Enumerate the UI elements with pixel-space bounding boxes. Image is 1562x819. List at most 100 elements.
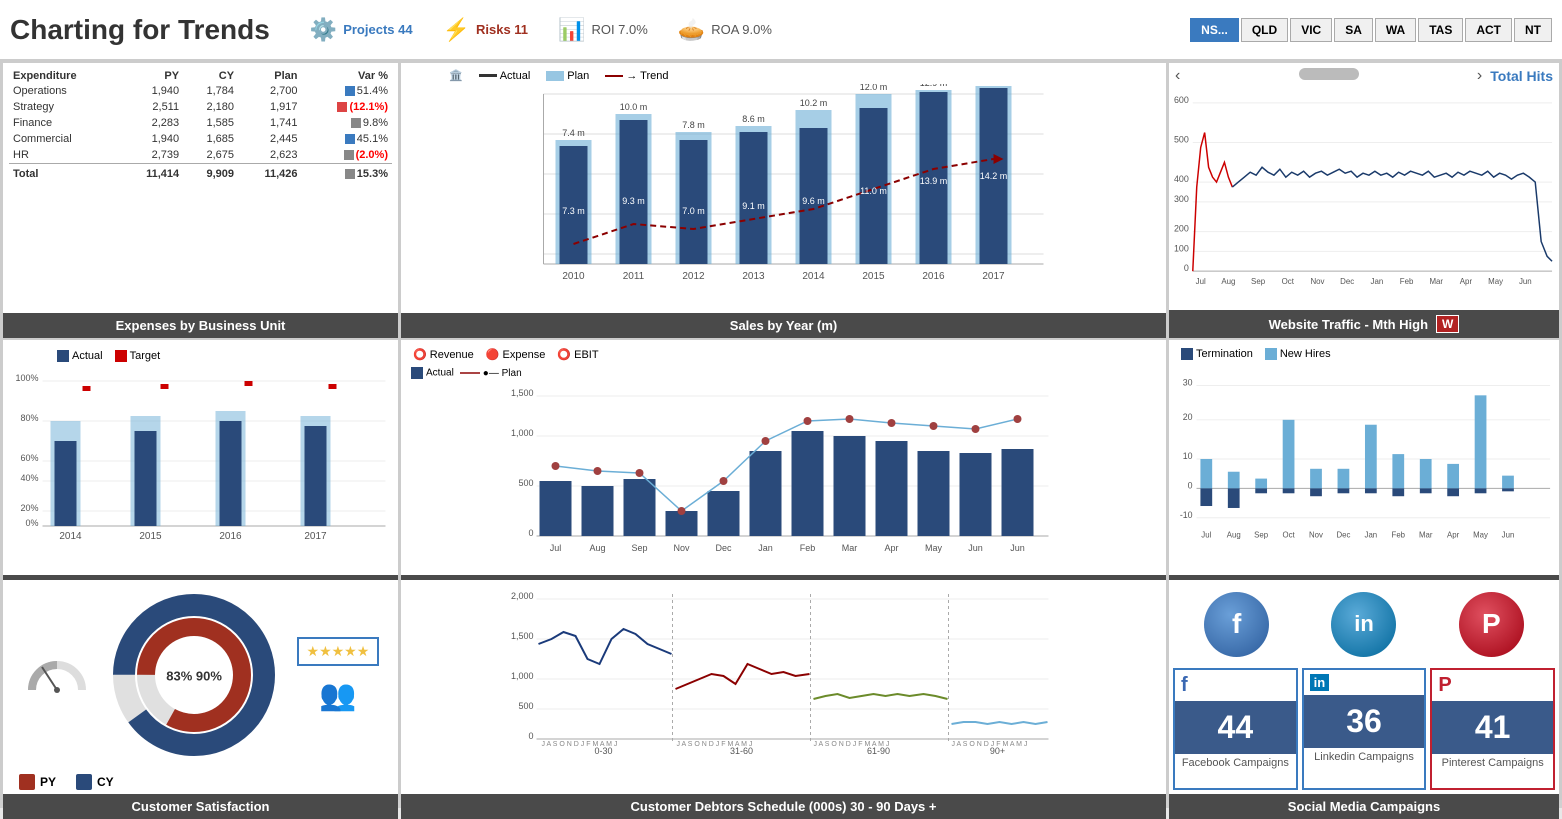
state-sa[interactable]: SA <box>1334 18 1373 42</box>
expenses-legend: ⭕ Revenue 🔴 Expense ⭕ EBIT <box>405 344 1162 365</box>
svg-text:2010: 2010 <box>562 271 585 282</box>
py-color <box>19 774 35 790</box>
state-nt[interactable]: NT <box>1514 18 1552 42</box>
svg-text:2016: 2016 <box>922 271 945 282</box>
legend-cy: CY <box>76 774 114 790</box>
svg-text:Jul: Jul <box>1201 530 1211 539</box>
svg-text:1,500: 1,500 <box>511 631 534 641</box>
li-mascot: in <box>1331 592 1396 657</box>
svg-text:2013: 2013 <box>742 271 765 282</box>
sales-title: Sales by Year (m) <box>401 313 1166 338</box>
csat-legend: PY CY <box>3 770 398 794</box>
svg-text:Apr: Apr <box>1460 277 1473 286</box>
traffic-title-bar: Website Traffic - Mth High W <box>1169 310 1559 338</box>
svg-text:100%: 100% <box>15 373 38 383</box>
svg-text:10.2 m: 10.2 m <box>800 98 828 108</box>
social-panel: f in P <box>1169 580 1559 819</box>
svg-text:Nov: Nov <box>1309 530 1323 539</box>
svg-text:100: 100 <box>1174 243 1189 253</box>
fb-number: 44 <box>1175 701 1296 754</box>
state-tas[interactable]: TAS <box>1418 18 1463 42</box>
svg-text:Jan: Jan <box>1370 277 1383 286</box>
table-row: Operations 1,940 1,784 2,700 51.4% <box>9 83 392 99</box>
svg-text:J A S O N D J F M A M J: J A S O N D J F M A M J <box>677 741 753 748</box>
svg-text:9.1 m: 9.1 m <box>742 201 765 211</box>
expenditure-panel: Expenditure PY CY Plan Var % Operations … <box>3 63 398 338</box>
svg-text:2015: 2015 <box>862 271 885 282</box>
hires-content: Termination New Hires 30 20 10 0 -10 <box>1169 340 1559 575</box>
li-label: Linkedin Campaigns <box>1304 748 1425 766</box>
svg-text:20%: 20% <box>20 503 38 513</box>
col-expenditure: Expenditure <box>9 69 120 83</box>
traffic-scrollbar[interactable] <box>1299 68 1359 80</box>
roa-metric[interactable]: 🥧 ROA 9.0% <box>678 17 772 43</box>
projects-icon: ⚙️ <box>310 17 337 43</box>
expenditure-table: Expenditure PY CY Plan Var % Operations … <box>9 69 392 182</box>
csat-py-val: 83% <box>166 668 192 683</box>
roi-metric[interactable]: 📊 ROI 7.0% <box>558 17 648 43</box>
roi-icon: 📊 <box>558 17 585 43</box>
svg-text:500: 500 <box>518 701 533 711</box>
state-act[interactable]: ACT <box>1465 18 1512 42</box>
csat-right: ★★★★★ 👥 <box>297 637 380 713</box>
row2: Expenditure PY CY Plan Var % Operations … <box>0 60 1562 340</box>
svg-text:Dec: Dec <box>715 543 732 553</box>
traffic-title: Total Hits <box>1490 68 1553 84</box>
total-row: Total 11,414 9,909 11,426 15.3% <box>9 164 392 183</box>
svg-text:2014: 2014 <box>802 271 825 282</box>
risks-metric[interactable]: ⚡ Risks 11 <box>443 17 528 43</box>
state-qld[interactable]: QLD <box>1241 18 1288 42</box>
svg-text:1,000: 1,000 <box>511 428 534 438</box>
gauge-container <box>22 645 92 705</box>
social-mascots: f in P <box>1173 584 1555 664</box>
fb-mascot: f <box>1204 592 1269 657</box>
svg-text:2012: 2012 <box>682 271 705 282</box>
svg-text:11.0 m: 11.0 m <box>860 186 887 196</box>
svg-text:20: 20 <box>1183 412 1193 422</box>
svg-text:0: 0 <box>528 731 533 741</box>
table-row: HR 2,739 2,675 2,623 (2.0%) <box>9 147 392 164</box>
traffic-next-btn[interactable]: › <box>1477 67 1482 85</box>
svg-text:2015: 2015 <box>139 531 162 542</box>
legend-py: PY <box>19 774 56 790</box>
donut-values: 83% 90% <box>166 668 222 683</box>
svg-text:1,000: 1,000 <box>511 671 534 681</box>
state-vic[interactable]: VIC <box>1290 18 1332 42</box>
svg-text:J A S O N D J F M A M J: J A S O N D J F M A M J <box>542 741 618 748</box>
li-card: in 36 Linkedin Campaigns <box>1302 668 1427 790</box>
sales-legend: 🏛️ Actual Plan → Trend <box>409 67 1158 84</box>
state-tabs: NS... QLD VIC SA WA TAS ACT NT <box>1190 18 1552 42</box>
svg-text:300: 300 <box>1174 194 1189 204</box>
pi-mascot: P <box>1459 592 1524 657</box>
svg-text:Jun: Jun <box>1502 530 1515 539</box>
li-mascot-icon: in <box>1331 592 1396 657</box>
header-metrics: ⚙️ Projects 44 ⚡ Risks 11 📊 ROI 7.0% 🥧 R… <box>310 17 1190 43</box>
expenditure-title: Expenses by Business Unit <box>3 313 398 338</box>
svg-text:Jun: Jun <box>968 543 983 553</box>
fb-card: f 44 Facebook Campaigns <box>1173 668 1298 790</box>
svg-text:13.9 m: 13.9 m <box>920 176 948 186</box>
debtors-panel: 2,000 1,500 1,000 500 0 <box>401 580 1166 819</box>
state-wa[interactable]: WA <box>1375 18 1416 42</box>
svg-text:40%: 40% <box>20 473 38 483</box>
perf-legend: Actual Target <box>9 346 392 366</box>
csat-title: Customer Satisfaction <box>3 794 398 819</box>
svg-text:May: May <box>925 543 943 553</box>
svg-text:Sep: Sep <box>1254 530 1269 539</box>
svg-text:Aug: Aug <box>1227 530 1241 539</box>
header: Charting for Trends ⚙️ Projects 44 ⚡ Ris… <box>0 0 1562 60</box>
svg-text:500: 500 <box>518 478 533 488</box>
gauge-icon <box>22 645 92 700</box>
fb-label: Facebook Campaigns <box>1175 754 1296 772</box>
svg-text:Dec: Dec <box>1340 277 1354 286</box>
pi-label: Pinterest Campaigns <box>1432 754 1553 772</box>
expenditure-content: Expenditure PY CY Plan Var % Operations … <box>3 63 398 313</box>
legend-cy-label: CY <box>97 775 114 789</box>
csat-content: 83% 90% ★★★★★ 👥 <box>3 580 398 770</box>
state-ns[interactable]: NS... <box>1190 18 1239 42</box>
svg-text:-10: -10 <box>1180 510 1193 520</box>
sales-chart: 7.4 m 10.0 m 7.8 m 8.6 m 10.2 m 12.0 m 1… <box>409 84 1158 304</box>
projects-metric[interactable]: ⚙️ Projects 44 <box>310 17 413 43</box>
w-icon: W <box>1436 315 1459 333</box>
svg-text:80%: 80% <box>20 413 38 423</box>
